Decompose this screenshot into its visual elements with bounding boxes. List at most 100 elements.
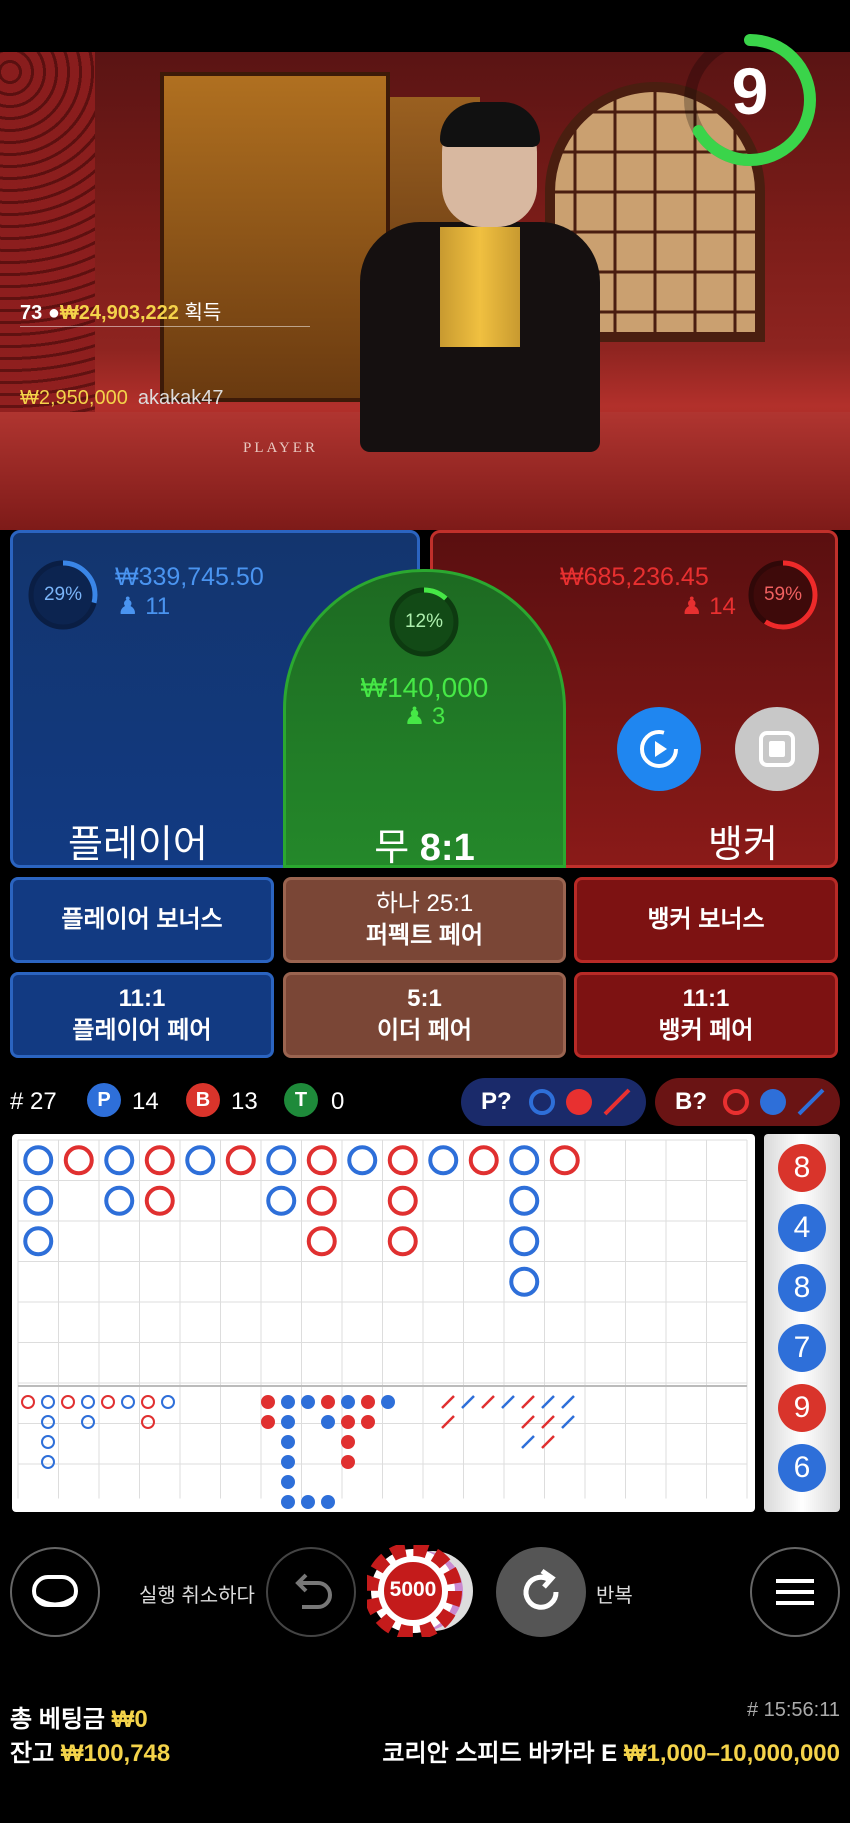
stop-video-button[interactable]	[735, 707, 819, 791]
derived-road-mark	[281, 1455, 295, 1469]
big-road-mark	[63, 1145, 94, 1176]
chip-value: 5000	[389, 1578, 437, 1601]
either-pair-button[interactable]: 5:1 이더 페어	[283, 972, 566, 1058]
big-road-mark	[428, 1145, 459, 1176]
derived-road-mark	[41, 1455, 55, 1469]
table-name: 코리안 스피드 바카라 E	[382, 1740, 618, 1767]
cockroach-road-mark	[441, 1395, 455, 1409]
player-bonus-button[interactable]: 플레이어 보너스	[10, 877, 274, 963]
bead-road-ball: 7	[778, 1324, 826, 1372]
user-icon: ♟	[117, 593, 139, 620]
derived-road-mark	[41, 1415, 55, 1429]
top-winner-user: akakak47	[137, 387, 224, 409]
banker-bonus-button[interactable]: 뱅커 보너스	[574, 877, 838, 963]
derived-road-mark	[101, 1395, 115, 1409]
derived-road-mark	[161, 1395, 175, 1409]
repeat-button[interactable]	[496, 1547, 586, 1637]
table-info: 코리안 스피드 바카라 E ₩1,000–10,000,000	[382, 1733, 840, 1768]
bead-road-ball: 8	[778, 1264, 826, 1312]
winners-count: 73	[20, 302, 43, 324]
player-pair-button[interactable]: 11:1 플레이어 페어	[10, 972, 274, 1058]
banker-pair-button[interactable]: 11:1 뱅커 페어	[574, 972, 838, 1058]
stats-bar: # 27 P 14 B 13 T 0 P? B?	[0, 1078, 850, 1126]
chat-button[interactable]	[10, 1547, 100, 1637]
cockroach-road-mark	[521, 1415, 535, 1429]
derived-road-mark	[281, 1395, 295, 1409]
big-road-mark	[104, 1145, 135, 1176]
menu-button[interactable]	[750, 1547, 840, 1637]
big-road-mark	[387, 1226, 418, 1257]
either-pair-label: 이더 페어	[377, 1017, 472, 1044]
derived-road-mark	[301, 1495, 315, 1509]
derived-road-mark	[341, 1395, 355, 1409]
derived-road-mark	[361, 1415, 375, 1429]
cockroach-road-mark	[561, 1395, 575, 1409]
top-winner: ₩2,950,000 akakak47	[20, 387, 223, 410]
winners-divider	[20, 326, 310, 327]
derived-road-mark	[41, 1435, 55, 1449]
roads-grid	[17, 1139, 748, 1509]
perfect-pair-button[interactable]: 하나 25:1 퍼펙트 페어	[283, 877, 566, 963]
cockroach-road-mark	[521, 1435, 535, 1449]
countdown-seconds: 9	[731, 54, 769, 128]
player-bonus-label: 플레이어 보너스	[61, 906, 223, 933]
game-id: # 15:56:11	[746, 1699, 840, 1721]
banker-prediction-icons	[723, 1088, 825, 1116]
big-road-mark	[225, 1145, 256, 1176]
undo-arrow-icon	[295, 1573, 332, 1609]
winners-total-suffix: 획득	[184, 302, 222, 324]
scoreboard-roads[interactable]	[12, 1134, 755, 1512]
bead-road-ball: 8	[778, 1144, 826, 1192]
derived-road-mark	[341, 1415, 355, 1429]
derived-road-mark	[321, 1415, 335, 1429]
big-road-mark	[266, 1185, 297, 1216]
player-prediction-icons	[529, 1088, 631, 1116]
big-road-mark	[306, 1145, 337, 1176]
hamburger-icon	[776, 1579, 814, 1605]
dealer-hair	[440, 102, 540, 147]
derived-road-mark	[301, 1395, 315, 1409]
banker-total-amount: ₩685,236.45	[560, 563, 709, 591]
bead-road-ball: 9	[778, 1384, 826, 1432]
tie-total-amount: ₩140,000	[360, 672, 489, 703]
player-percent: 29%	[43, 584, 83, 605]
bead-road[interactable]: 8 4 8 7 9 6	[764, 1134, 840, 1512]
tie-payout: 8:1	[419, 827, 475, 869]
derived-road-mark	[321, 1495, 335, 1509]
tie-label-group: 무 8:1	[286, 816, 563, 871]
table-limits: ₩1,000–10,000,000	[623, 1740, 840, 1767]
big-road-mark	[144, 1145, 175, 1176]
derived-road-mark	[41, 1395, 55, 1409]
player-wins-count: 14	[132, 1088, 159, 1115]
player-prediction-button[interactable]: P?	[461, 1078, 646, 1126]
derived-road-mark	[341, 1435, 355, 1449]
tie-label: 무	[374, 827, 410, 869]
player-bettors-count: 11	[145, 593, 171, 620]
dealer-lapel	[440, 227, 520, 347]
either-pair-payout: 5:1	[407, 985, 442, 1012]
balance: 잔고 ₩100,748	[10, 1733, 170, 1768]
perfect-pair-payout: 하나 25:1	[375, 890, 474, 917]
user-icon: ♟	[681, 593, 703, 620]
bead-road-ball: 4	[778, 1204, 826, 1252]
cockroach-road-mark	[561, 1415, 575, 1429]
big-road-mark	[509, 1266, 540, 1297]
undo-button[interactable]	[266, 1547, 356, 1637]
big-road-mark	[387, 1185, 418, 1216]
player-percent-ring: 29%	[25, 557, 101, 633]
chip-selector[interactable]: 5000	[364, 1542, 477, 1640]
repeat-arrow-icon	[523, 1568, 559, 1610]
cockroach-road-mark	[441, 1415, 455, 1429]
banker-percent-ring: 59%	[745, 557, 821, 633]
banker-prediction-button[interactable]: B?	[655, 1078, 840, 1126]
big-road-mark	[23, 1185, 54, 1216]
derived-road-mark	[141, 1395, 155, 1409]
video-view-button[interactable]	[617, 707, 701, 791]
derived-road-mark	[261, 1415, 275, 1429]
tie-bet-spot[interactable]: 12% ₩140,000 ♟ 3 무 8:1	[283, 569, 566, 871]
big-road-mark	[23, 1145, 54, 1176]
cockroach-road-mark	[541, 1415, 555, 1429]
derived-road-mark	[21, 1395, 35, 1409]
total-bet: 총 베팅금 ₩0	[10, 1699, 148, 1734]
derived-road-mark	[281, 1475, 295, 1489]
